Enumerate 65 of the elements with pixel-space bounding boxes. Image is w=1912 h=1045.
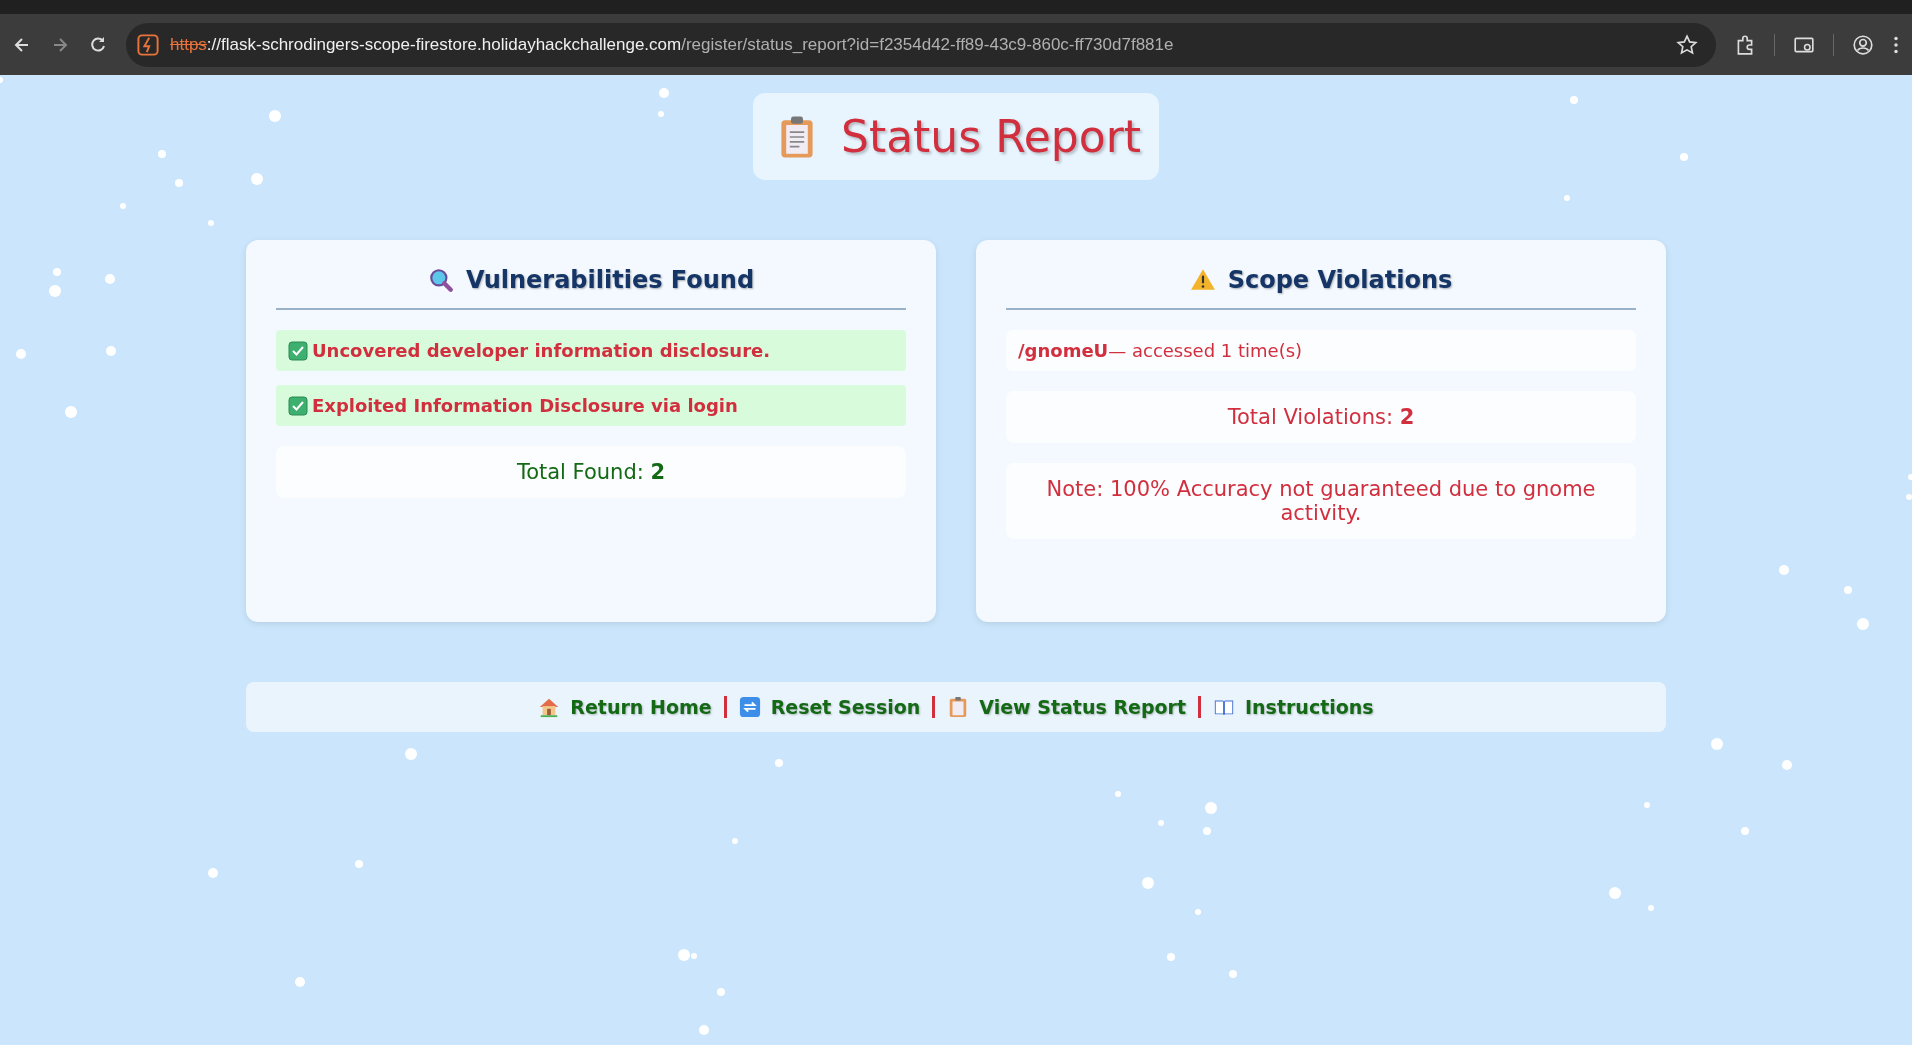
snow-dot [175, 179, 183, 187]
snow-dot [1741, 827, 1749, 835]
finding-text: Exploited Information Disclosure via login [312, 395, 738, 416]
snow-dot [732, 838, 738, 844]
snow-dot [717, 988, 725, 996]
repeat-icon [738, 696, 761, 718]
snow-dot [1167, 953, 1175, 961]
snow-dot [1195, 909, 1201, 915]
snow-dot [1906, 494, 1912, 500]
snow-dot [208, 220, 214, 226]
snow-dot [658, 111, 664, 117]
nav-link[interactable]: Instructions [1245, 696, 1374, 718]
snow-dot [355, 860, 363, 868]
clipboard-icon [778, 114, 815, 159]
finding-text: Uncovered developer information disclosure. [312, 340, 771, 361]
snow-dot [1711, 738, 1723, 750]
violation-row: /gnomeU— accessed 1 time(s) [1006, 330, 1636, 371]
snow-dot [53, 268, 61, 276]
snow-dot [1142, 877, 1154, 889]
total-found: Total Found: 2 [276, 446, 906, 498]
card-heading: Scope Violations [1227, 266, 1453, 294]
page-title: Status Report [840, 111, 1142, 162]
snow-dot [16, 349, 26, 359]
snow-dot [1115, 791, 1121, 797]
snow-dot [659, 88, 669, 98]
snow-dot [1782, 760, 1792, 770]
snow-dot [699, 1025, 709, 1035]
warning-icon [1189, 267, 1216, 293]
snow-dot [251, 173, 263, 185]
snow-dot [120, 203, 126, 209]
snow-dot [65, 406, 77, 418]
snow-dot [1203, 827, 1211, 835]
snow-dot [49, 285, 61, 297]
total-violations: Total Violations: 2 [1006, 391, 1636, 443]
snow-dot [1205, 802, 1217, 814]
house-icon [538, 696, 561, 718]
snow-dot [1570, 96, 1578, 104]
address-bar[interactable]: https://flask-schrodingers-scope-firestore.holidayhackchallenge.com/register/status_report?id=f2354d42-ff89-43c9-860c-ff730d7f881e [126, 22, 1716, 67]
snow-dot [1779, 565, 1789, 575]
snow-dot [1158, 820, 1164, 826]
snow-dot [1644, 802, 1650, 808]
snow-dot [1857, 618, 1869, 630]
snow-dot [1229, 970, 1237, 978]
accuracy-note: Note: 100% Accuracy not guaranteed due to gnome activity. [1006, 463, 1636, 539]
snow-dot [1648, 905, 1654, 911]
nav-link[interactable]: Reset Session [770, 696, 921, 718]
snow-dot [1609, 887, 1621, 899]
nav-link[interactable]: Return Home [570, 696, 712, 718]
magnifier-icon [427, 267, 454, 293]
bookmark-star-icon[interactable] [1676, 33, 1698, 56]
snow-dot [105, 274, 115, 284]
snow-dot [106, 346, 116, 356]
snow-dot [158, 150, 166, 158]
snow-dot [775, 759, 783, 767]
nav-link[interactable]: View Status Report [979, 696, 1186, 718]
profile-icon[interactable] [1852, 33, 1874, 56]
snow-dot [269, 110, 281, 122]
snow-dot [1564, 195, 1570, 201]
snow-dot [295, 977, 305, 987]
card-heading: Vulnerabilities Found [465, 266, 755, 294]
snow-dot [1680, 153, 1688, 161]
snow-dot [208, 868, 218, 878]
snow-dot [1844, 586, 1852, 594]
snow-dot [405, 748, 417, 760]
warning-icon[interactable] [136, 32, 160, 57]
